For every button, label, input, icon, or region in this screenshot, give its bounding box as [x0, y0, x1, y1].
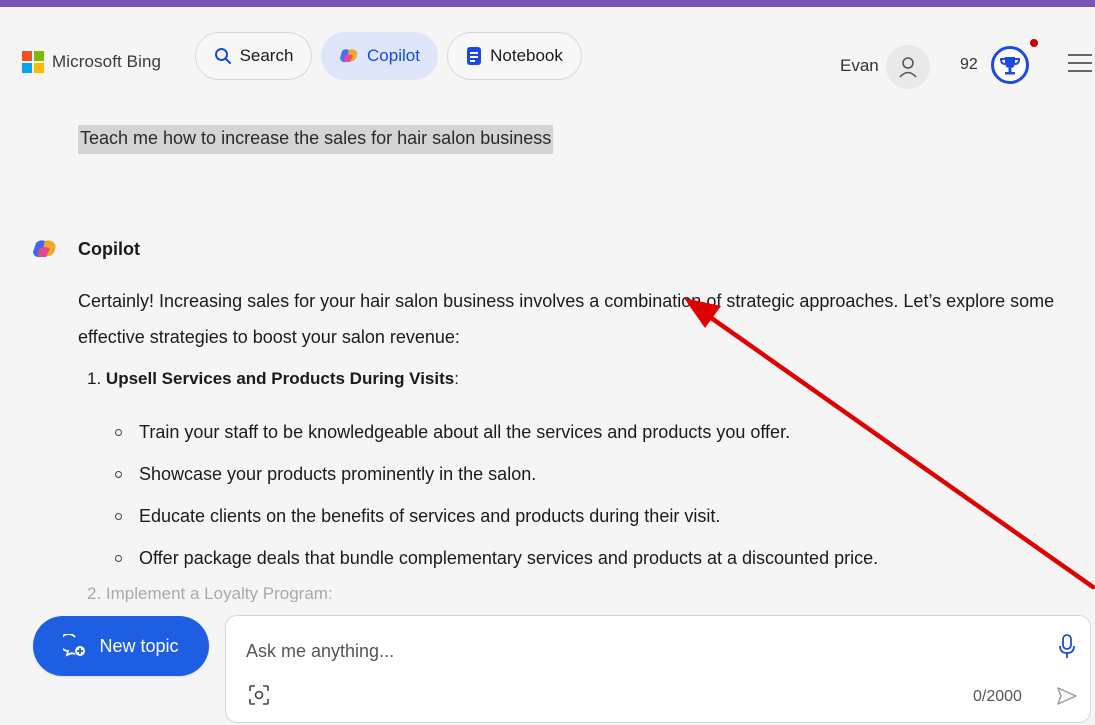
assistant-name: Copilot — [78, 238, 140, 259]
window-top-strip — [0, 0, 1095, 7]
microsoft-logo-icon — [22, 51, 44, 73]
user-name[interactable]: Evan — [840, 56, 879, 76]
new-topic-button[interactable]: New topic — [33, 616, 209, 676]
person-icon — [899, 57, 917, 78]
user-message: Teach me how to increase the sales for h… — [78, 125, 554, 154]
new-chat-icon — [63, 634, 87, 658]
section-title: Upsell Services and Products During Visi… — [105, 369, 455, 388]
search-icon — [214, 47, 232, 65]
notebook-tab[interactable]: Notebook — [447, 32, 582, 80]
assistant-header: Copilot — [32, 238, 140, 260]
assistant-intro: Certainly! Increasing sales for your hai… — [78, 291, 1055, 347]
notebook-tab-label: Notebook — [490, 46, 563, 65]
new-topic-label: New topic — [99, 635, 179, 656]
brand-name: Microsoft Bing — [52, 52, 162, 71]
copilot-icon — [339, 47, 359, 65]
user-avatar[interactable] — [886, 45, 930, 89]
section-heading: 1. Upsell Services and Products During V… — [87, 369, 459, 389]
copilot-icon — [33, 240, 56, 258]
copilot-tab[interactable]: Copilot — [321, 32, 438, 80]
notebook-icon — [466, 46, 482, 66]
list-item: Educate clients on the benefits of servi… — [115, 504, 878, 546]
bing-logo[interactable]: Microsoft Bing — [22, 51, 161, 73]
search-tab[interactable]: Search — [195, 32, 312, 80]
microphone-icon[interactable] — [1058, 634, 1076, 665]
char-counter: 0/2000 — [973, 688, 1022, 705]
next-section-faded: 2. Implement a Loyalty Program: — [87, 584, 333, 602]
section-suffix: : — [454, 369, 459, 388]
visual-search-icon[interactable] — [248, 684, 270, 711]
rewards-points[interactable]: 92 — [960, 56, 978, 74]
hamburger-menu-icon[interactable] — [1068, 54, 1092, 78]
send-icon[interactable] — [1056, 686, 1078, 711]
list-item: Train your staff to be knowledgeable abo… — [115, 420, 878, 462]
list-item: Offer package deals that bundle compleme… — [115, 546, 878, 588]
chat-input[interactable] — [244, 636, 1008, 666]
chat-area: Teach me how to increase the sales for h… — [0, 102, 1095, 602]
bullet-list: Train your staff to be knowledgeable abo… — [115, 420, 878, 588]
notification-dot — [1030, 39, 1038, 47]
composer: 0/2000 — [225, 615, 1091, 723]
list-item: Showcase your products prominently in th… — [115, 462, 878, 504]
rewards-trophy-icon[interactable] — [991, 46, 1029, 84]
search-tab-label: Search — [239, 46, 294, 65]
section-number: 1. — [87, 369, 102, 388]
copilot-tab-label: Copilot — [367, 46, 420, 65]
